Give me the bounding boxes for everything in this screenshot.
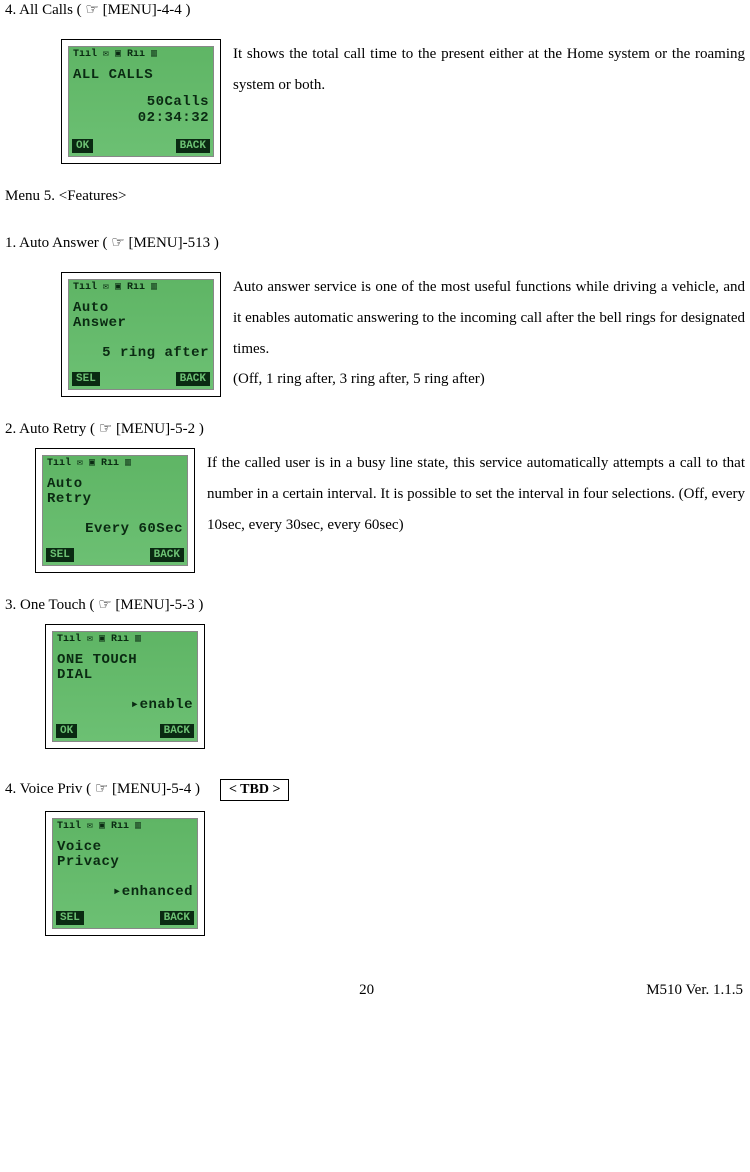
auto-answer-block: Tııl ✉ ▣ Rıı ▥ Auto Answer 5 ring after … <box>5 272 745 397</box>
softkey-left: SEL <box>72 372 100 386</box>
softkey-right: BACK <box>160 911 194 925</box>
lcd-screen-auto-retry: Tııl ✉ ▣ Rıı ▥ Auto Retry Every 60Sec SE… <box>35 448 195 573</box>
lcd-status-bar: Tııl ✉ ▣ Rıı ▥ <box>43 456 187 470</box>
lcd-screen-all-calls: Tııl ✉ ▣ Rıı ▥ ALL CALLS 50Calls 02:34:3… <box>61 39 221 164</box>
tbd-badge: < TBD > <box>220 779 290 801</box>
lcd-inner: Tııl ✉ ▣ Rıı ▥ ONE TOUCH DIAL ▸enable OK… <box>52 631 198 742</box>
one-touch-block: Tııl ✉ ▣ Rıı ▥ ONE TOUCH DIAL ▸enable OK… <box>5 624 745 749</box>
lcd-status-bar: Tııl ✉ ▣ Rıı ▥ <box>69 47 213 61</box>
lcd-line2: Retry <box>47 486 92 513</box>
softkey-left: OK <box>72 139 93 153</box>
softkey-left: SEL <box>56 911 84 925</box>
lcd-value: Every 60Sec <box>47 516 183 543</box>
lcd-value: ▸enable <box>57 692 193 719</box>
lcd-status-icons: Tııl ✉ ▣ Rıı ▥ <box>57 633 141 645</box>
all-calls-description: It shows the total call time to the pres… <box>233 39 745 101</box>
lcd-softkeys: SEL BACK <box>72 372 210 386</box>
lcd-status-icons: Tııl ✉ ▣ Rıı ▥ <box>73 48 157 60</box>
softkey-right: BACK <box>160 724 194 738</box>
lcd-softkeys: OK BACK <box>56 724 194 738</box>
lcd-line4: 02:34:32 <box>73 105 209 132</box>
lcd-screen-auto-answer: Tııl ✉ ▣ Rıı ▥ Auto Answer 5 ring after … <box>61 272 221 397</box>
softkey-right: BACK <box>176 372 210 386</box>
section-title-auto-answer: 1. Auto Answer ( ☞ [MENU]-513 ) <box>5 233 745 254</box>
desc-text-2: (Off, 1 ring after, 3 ring after, 5 ring… <box>233 371 485 387</box>
desc-text-1: Auto answer service is one of the most u… <box>233 279 745 357</box>
menu5-heading: Menu 5. <Features> <box>5 186 745 207</box>
lcd-screen-voice-priv: Tııl ✉ ▣ Rıı ▥ Voice Privacy ▸enhanced S… <box>45 811 205 936</box>
footer-left-spacer <box>7 976 87 1005</box>
lcd-status-bar: Tııl ✉ ▣ Rıı ▥ <box>53 819 197 833</box>
section-title-one-touch: 3. One Touch ( ☞ [MENU]-5-3 ) <box>5 595 745 616</box>
auto-retry-block: Tııl ✉ ▣ Rıı ▥ Auto Retry Every 60Sec SE… <box>5 448 745 573</box>
lcd-line2: Answer <box>73 310 126 337</box>
section-title-voice-priv: 4. Voice Priv ( ☞ [MENU]-5-4 ) <box>5 779 200 800</box>
lcd-inner: Tııl ✉ ▣ Rıı ▥ Voice Privacy ▸enhanced S… <box>52 818 198 929</box>
lcd-softkeys: OK BACK <box>72 139 210 153</box>
lcd-inner: Tııl ✉ ▣ Rıı ▥ Auto Retry Every 60Sec SE… <box>42 455 188 566</box>
softkey-right: BACK <box>150 548 184 562</box>
lcd-value: ▸enhanced <box>57 879 193 906</box>
lcd-value: 5 ring after <box>73 340 209 367</box>
lcd-inner: Tııl ✉ ▣ Rıı ▥ ALL CALLS 50Calls 02:34:3… <box>68 46 214 157</box>
lcd-inner: Tııl ✉ ▣ Rıı ▥ Auto Answer 5 ring after … <box>68 279 214 390</box>
softkey-left: SEL <box>46 548 74 562</box>
voice-priv-block: Tııl ✉ ▣ Rıı ▥ Voice Privacy ▸enhanced S… <box>5 811 745 936</box>
softkey-left: OK <box>56 724 77 738</box>
auto-answer-description: Auto answer service is one of the most u… <box>233 272 745 395</box>
lcd-status-bar: Tııl ✉ ▣ Rıı ▥ <box>69 280 213 294</box>
lcd-status-icons: Tııl ✉ ▣ Rıı ▥ <box>57 820 141 832</box>
lcd-line2: Privacy <box>57 849 119 876</box>
section-title-all-calls: 4. All Calls ( ☞ [MENU]-4-4 ) <box>5 0 745 21</box>
section-title-auto-retry: 2. Auto Retry ( ☞ [MENU]-5-2 ) <box>5 419 745 440</box>
lcd-softkeys: SEL BACK <box>46 548 184 562</box>
page-footer: 20 M510 Ver. 1.1.5 <box>5 976 745 1005</box>
lcd-line2: DIAL <box>57 662 93 689</box>
lcd-softkeys: SEL BACK <box>56 911 194 925</box>
lcd-status-icons: Tııl ✉ ▣ Rıı ▥ <box>73 281 157 293</box>
section-title-voice-priv-row: 4. Voice Priv ( ☞ [MENU]-5-4 ) < TBD > <box>5 779 745 801</box>
lcd-line1: ALL CALLS <box>73 62 153 89</box>
footer-version: M510 Ver. 1.1.5 <box>646 976 743 1005</box>
lcd-status-bar: Tııl ✉ ▣ Rıı ▥ <box>53 632 197 646</box>
footer-page-number: 20 <box>87 976 646 1005</box>
lcd-screen-one-touch: Tııl ✉ ▣ Rıı ▥ ONE TOUCH DIAL ▸enable OK… <box>45 624 205 749</box>
auto-retry-description: If the called user is in a busy line sta… <box>207 448 745 540</box>
all-calls-block: Tııl ✉ ▣ Rıı ▥ ALL CALLS 50Calls 02:34:3… <box>5 39 745 164</box>
softkey-right: BACK <box>176 139 210 153</box>
lcd-status-icons: Tııl ✉ ▣ Rıı ▥ <box>47 457 131 469</box>
